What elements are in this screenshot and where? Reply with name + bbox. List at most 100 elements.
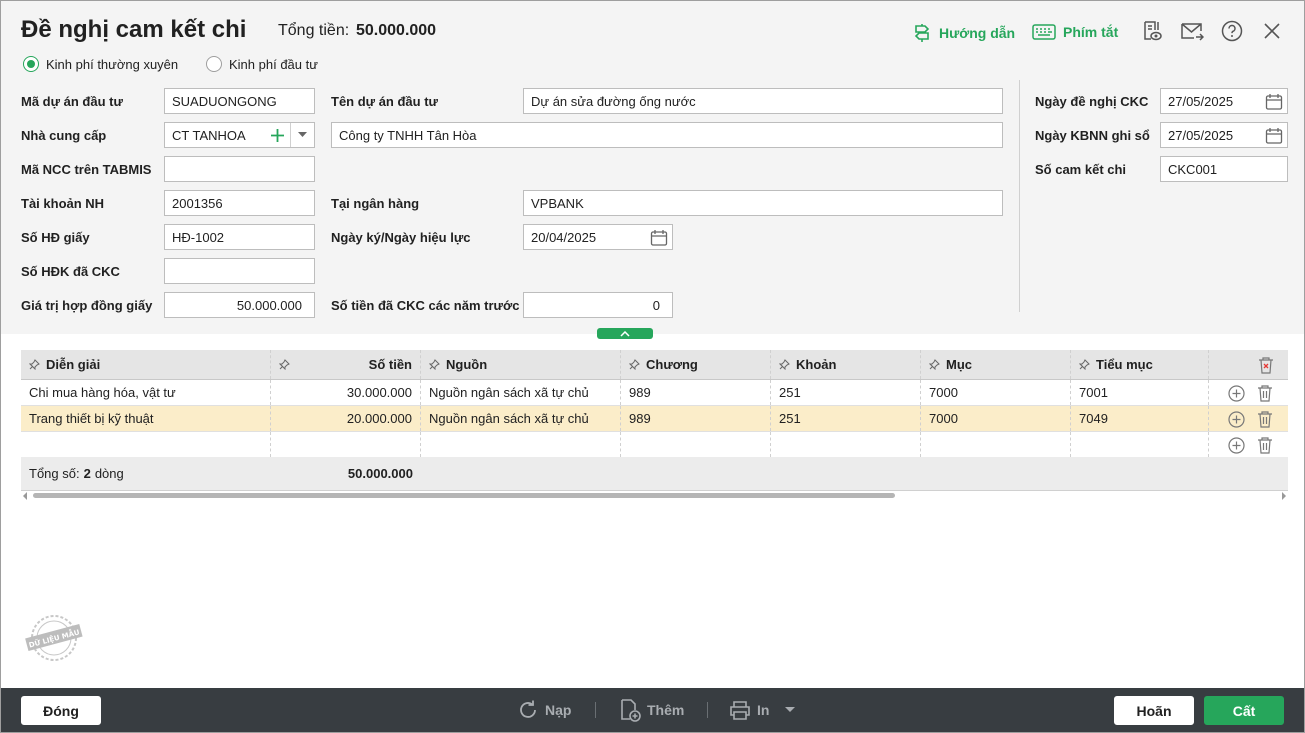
cell-item[interactable]: 251 [771,380,921,405]
sign-date-input[interactable]: 20/04/2025 [523,224,673,250]
add-row-button[interactable] [1227,410,1245,428]
pin-icon[interactable] [629,359,640,370]
column-header-item[interactable]: Khoản [771,350,921,379]
cell-item[interactable] [771,432,921,457]
trash-icon [1258,436,1272,454]
row-count-value: 2 [83,466,91,481]
prev-ckc-input[interactable]: 0 [523,292,673,318]
scroll-left-icon[interactable] [22,492,28,500]
calendar-icon[interactable] [1265,127,1283,145]
hdk-input[interactable] [164,258,315,284]
cell-subsection[interactable]: 7001 [1071,380,1209,405]
supplier-code-combo[interactable]: CT TANHOA [164,122,315,148]
plus-circle-icon [1227,436,1245,454]
supplier-name-input[interactable]: Công ty TNHH Tân Hòa [331,122,1003,148]
cell-source[interactable]: Nguồn ngân sách xã tự chủ [421,406,621,431]
cell-amount[interactable] [271,432,421,457]
tabmis-input[interactable] [164,156,315,182]
cell-section[interactable]: 7000 [921,380,1071,405]
radio-recurrent-funding[interactable]: Kinh phí thường xuyên [23,56,178,72]
total-label: Tổng tiền: [278,22,350,39]
print-button[interactable]: In [729,698,769,722]
pin-icon[interactable] [29,359,40,370]
cell-desc[interactable]: Chi mua hàng hóa, vật tư [21,380,271,405]
cell-desc[interactable]: Trang thiết bị kỹ thuật [21,406,271,431]
radio-dot-selected [23,56,39,72]
pin-icon[interactable] [779,359,790,370]
cell-source[interactable]: Nguồn ngân sách xã tự chủ [421,380,621,405]
delete-row-button[interactable] [1256,410,1274,428]
cell-desc[interactable] [21,432,271,457]
column-header-amount[interactable]: Số tiền [271,350,421,379]
delete-row-button[interactable] [1256,384,1274,402]
view-document-button[interactable] [1140,19,1164,43]
column-label: Khoản [796,357,837,372]
cell-chapter[interactable] [621,432,771,457]
close-dialog-button[interactable]: Đóng [21,696,101,725]
supplier-dropdown-button[interactable] [290,123,314,147]
commit-no-input[interactable]: CKC001 [1160,156,1288,182]
scrollbar-thumb[interactable] [33,493,895,498]
kbnn-date-input[interactable]: 27/05/2025 [1160,122,1288,148]
pin-icon[interactable] [1079,359,1090,370]
column-header-section[interactable]: Mục [921,350,1071,379]
add-button[interactable]: Thêm [619,698,684,722]
row-count-unit: dòng [94,466,124,481]
add-supplier-button[interactable] [264,123,290,147]
delete-row-button[interactable] [1256,436,1274,454]
sign-date-label: Ngày ký/Ngày hiệu lực [331,230,471,245]
help-button[interactable] [1220,19,1244,43]
pin-icon[interactable] [279,359,290,370]
table-row-selected[interactable]: Trang thiết bị kỹ thuật 20.000.000 Nguồn… [21,406,1288,432]
cell-amount[interactable]: 20.000.000 [271,406,421,431]
shortcut-link[interactable]: Phím tắt [1032,23,1118,41]
cell-section[interactable] [921,432,1071,457]
cell-source[interactable] [421,432,621,457]
pin-icon[interactable] [929,359,940,370]
cell-chapter[interactable]: 989 [621,380,771,405]
cell-subsection[interactable]: 7049 [1071,406,1209,431]
grid-header: Diễn giải Số tiền Nguồn Chương Khoản Mục… [21,350,1288,380]
scroll-right-icon[interactable] [1281,492,1287,500]
cancel-button[interactable]: Hoãn [1114,696,1194,725]
guide-link[interactable]: Hướng dẫn [912,23,1015,43]
project-name-input[interactable]: Dự án sửa đường ống nước [523,88,1003,114]
cell-amount[interactable]: 30.000.000 [271,380,421,405]
send-mail-button[interactable] [1180,19,1204,43]
horizontal-scrollbar[interactable] [21,490,1288,500]
cell-item[interactable]: 251 [771,406,921,431]
request-date-label: Ngày đề nghị CKC [1035,94,1149,109]
cell-section[interactable]: 7000 [921,406,1071,431]
prev-ckc-label: Số tiền đã CKC các năm trước [331,298,520,313]
add-row-button[interactable] [1227,436,1245,454]
bank-account-input[interactable]: 2001356 [164,190,315,216]
table-row-empty[interactable] [21,432,1288,458]
cell-chapter[interactable]: 989 [621,406,771,431]
pin-icon[interactable] [429,359,440,370]
collapse-form-button[interactable] [597,328,653,339]
toolbar-divider [707,702,708,718]
cell-subsection[interactable] [1071,432,1209,457]
column-header-subsection[interactable]: Tiểu mục [1071,350,1209,379]
close-button[interactable] [1260,19,1284,43]
contract-value-input[interactable]: 50.000.000 [164,292,315,318]
table-row[interactable]: Chi mua hàng hóa, vật tư 30.000.000 Nguồ… [21,380,1288,406]
add-row-button[interactable] [1227,384,1245,402]
bank-input[interactable]: VPBANK [523,190,1003,216]
contract-no-input[interactable]: HĐ-1002 [164,224,315,250]
print-options-dropdown[interactable] [785,698,795,722]
reload-button[interactable]: Nạp [517,698,571,722]
calendar-icon[interactable] [650,229,668,247]
contract-value-label: Giá trị hợp đồng giấy [21,298,153,313]
column-header-source[interactable]: Nguồn [421,350,621,379]
add-label: Thêm [647,702,685,718]
calendar-icon[interactable] [1265,93,1283,111]
delete-all-rows-button[interactable] [1257,356,1275,374]
column-header-chapter[interactable]: Chương [621,350,771,379]
radio-investment-funding[interactable]: Kinh phí đầu tư [206,56,318,72]
project-code-input[interactable]: SUADUONGONG [164,88,315,114]
column-header-desc[interactable]: Diễn giải [21,350,271,379]
request-date-input[interactable]: 27/05/2025 [1160,88,1288,114]
save-button[interactable]: Cất [1204,696,1284,725]
column-label: Mục [946,357,972,372]
